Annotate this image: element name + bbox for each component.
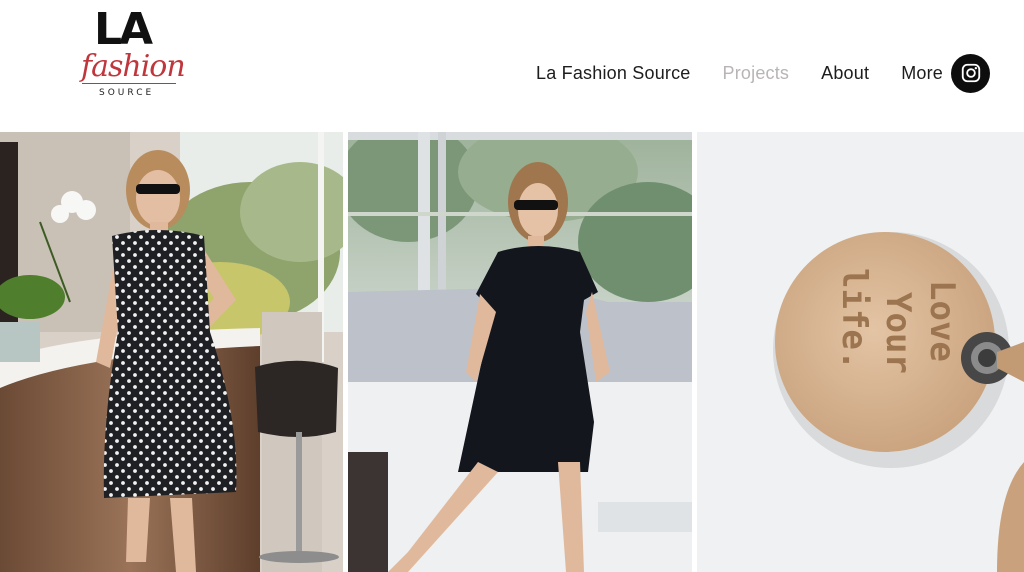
nav-item-la-fashion-source[interactable]: La Fashion Source <box>536 63 691 84</box>
polka-dot-dress-photo <box>0 132 343 572</box>
nav-item-more[interactable]: More <box>901 63 943 84</box>
black-shift-dress-photo <box>348 132 692 572</box>
gallery-tile-polka-dot[interactable] <box>0 132 343 572</box>
logo-fashion-text: fashion <box>81 49 186 84</box>
logo-la-text: LA <box>94 4 153 55</box>
logo-rule <box>82 83 176 84</box>
gallery-tile-black-dress[interactable] <box>348 132 692 572</box>
site-header: LA fashion SOURCE La Fashion Source Proj… <box>0 0 1024 132</box>
tag-text-love: Love <box>922 280 962 362</box>
nav-item-about[interactable]: About <box>821 63 869 84</box>
tag-text-your: Your <box>878 292 918 374</box>
gallery-tile-leather-tag[interactable]: Love Your life. <box>697 132 1024 572</box>
site-logo[interactable]: LA fashion SOURCE <box>76 8 186 104</box>
tag-text-life: life. <box>834 268 874 370</box>
instagram-icon[interactable] <box>951 53 990 93</box>
main-nav: La Fashion Source Projects About More <box>504 53 990 93</box>
project-gallery: Love Your life. <box>0 132 1024 572</box>
logo-source-text: SOURCE <box>99 88 155 98</box>
leather-tag-photo: Love Your life. <box>697 132 1024 572</box>
nav-item-projects[interactable]: Projects <box>723 63 790 84</box>
